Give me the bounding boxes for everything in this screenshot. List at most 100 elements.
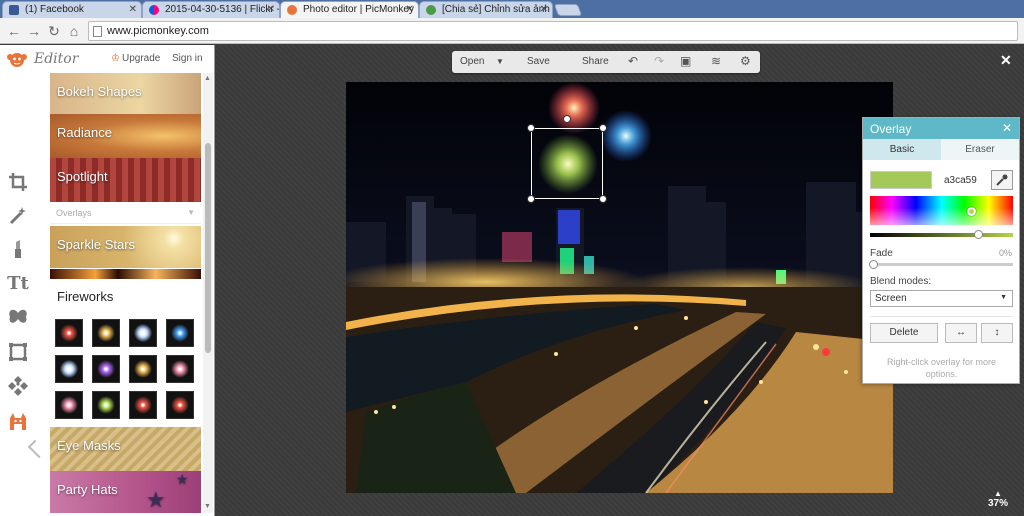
tab-facebook[interactable]: (1) Facebook ✕ bbox=[2, 1, 142, 18]
scroll-up-icon[interactable]: ▲ bbox=[204, 75, 211, 82]
close-icon[interactable]: ✕ bbox=[129, 2, 137, 18]
flip-horizontal-icon[interactable]: ↔ bbox=[945, 323, 977, 343]
overlay-panel-header[interactable]: Overlay ✕ bbox=[863, 118, 1019, 139]
text-icon[interactable]: Tt bbox=[7, 273, 29, 295]
gear-icon[interactable]: ⚙ bbox=[740, 54, 751, 68]
tab-eraser[interactable]: Eraser bbox=[941, 139, 1019, 160]
tab-flickr[interactable]: 2015-04-30-5136 | Flickr - ✕ bbox=[142, 1, 280, 18]
firework-thumbnail[interactable] bbox=[166, 355, 194, 383]
overlays-section-header[interactable]: Overlays ▼ bbox=[50, 203, 201, 224]
chevron-up-icon[interactable]: ▲ bbox=[988, 489, 1008, 498]
category-eye-masks[interactable]: Eye Masks bbox=[50, 427, 201, 471]
zoom-control[interactable]: ▲ 37% bbox=[988, 489, 1008, 509]
spectrum-picker-handle[interactable] bbox=[967, 207, 976, 216]
firework-thumbnail[interactable] bbox=[55, 391, 83, 419]
back-icon[interactable]: ← bbox=[6, 22, 22, 40]
open-dropdown-icon[interactable]: ▼ bbox=[496, 57, 504, 66]
tab-picmonkey[interactable]: Photo editor | PicMonkey ✕ bbox=[280, 1, 419, 18]
save-button[interactable]: Save bbox=[527, 56, 550, 67]
scrollbar-thumb[interactable] bbox=[205, 143, 211, 353]
resize-handle[interactable] bbox=[599, 195, 607, 203]
firework-thumbnail[interactable] bbox=[92, 319, 120, 347]
frame-icon[interactable] bbox=[7, 341, 29, 363]
photo-canvas[interactable] bbox=[346, 82, 893, 493]
forward-icon[interactable]: → bbox=[26, 22, 42, 40]
editor-side-panel: Editor ♔ Upgrade Sign in Tt Bokeh Shapes … bbox=[0, 45, 215, 516]
category-sparkle-stars[interactable]: Sparkle Stars bbox=[50, 226, 201, 268]
home-icon[interactable]: ⌂ bbox=[66, 22, 82, 40]
url-text: www.picmonkey.com bbox=[107, 25, 209, 37]
tab-basic[interactable]: Basic bbox=[863, 139, 941, 160]
close-icon[interactable]: ✕ bbox=[1002, 121, 1012, 135]
zoom-level: 37% bbox=[988, 498, 1009, 509]
category-bokeh-shapes[interactable]: Bokeh Shapes bbox=[50, 73, 201, 117]
layers-icon[interactable]: ≋ bbox=[711, 54, 721, 68]
share-button[interactable]: Share bbox=[582, 56, 609, 67]
crop-icon[interactable] bbox=[7, 171, 29, 193]
brightness-slider-handle[interactable] bbox=[974, 230, 983, 239]
reload-icon[interactable]: ↻ bbox=[46, 22, 62, 40]
magic-wand-icon[interactable] bbox=[7, 204, 29, 226]
texture-icon[interactable] bbox=[7, 375, 29, 397]
delete-button[interactable]: Delete bbox=[870, 323, 938, 343]
image-compare-icon[interactable]: ▣ bbox=[680, 54, 691, 68]
butterfly-icon[interactable] bbox=[7, 307, 29, 329]
color-swatch[interactable] bbox=[870, 171, 932, 189]
firework-thumbnail[interactable] bbox=[129, 355, 157, 383]
close-editor-icon[interactable]: ✕ bbox=[1000, 52, 1012, 69]
firework-thumbnail[interactable] bbox=[166, 391, 194, 419]
color-spectrum[interactable] bbox=[870, 196, 1013, 225]
star-decoration-icon: ★ bbox=[146, 487, 166, 512]
resize-handle[interactable] bbox=[599, 124, 607, 132]
resize-handle[interactable] bbox=[527, 124, 535, 132]
resize-handle[interactable] bbox=[527, 195, 535, 203]
blend-mode-select[interactable]: Screen ▼ bbox=[870, 290, 1013, 307]
new-tab-button[interactable] bbox=[553, 4, 583, 16]
upgrade-label: Upgrade bbox=[121, 53, 161, 64]
brightness-slider[interactable] bbox=[870, 230, 1013, 239]
url-field[interactable]: www.picmonkey.com bbox=[88, 21, 1018, 41]
blend-modes-label: Blend modes: bbox=[870, 276, 932, 287]
close-icon[interactable]: ✕ bbox=[540, 2, 548, 18]
overlay-category-list: Bokeh Shapes Radiance Spotlight Overlays… bbox=[50, 73, 201, 513]
tab-chia-se[interactable]: [Chia sẻ] Chỉnh sửa ảnh tr ✕ bbox=[419, 1, 553, 18]
category-scrollbar[interactable]: ▲ ▼ bbox=[203, 73, 213, 513]
chevron-down-icon: ▼ bbox=[1000, 294, 1007, 301]
fireworks-title[interactable]: Fireworks bbox=[57, 289, 113, 304]
redo-icon[interactable]: ↷ bbox=[654, 54, 664, 68]
lipstick-icon[interactable] bbox=[7, 238, 29, 260]
close-icon[interactable]: ✕ bbox=[406, 2, 414, 18]
tab-title: [Chia sẻ] Chỉnh sửa ảnh tr bbox=[442, 4, 553, 15]
themes-icon[interactable] bbox=[7, 410, 29, 432]
firework-thumbnail[interactable] bbox=[129, 319, 157, 347]
fade-slider-handle[interactable] bbox=[869, 260, 878, 269]
firework-thumbnail[interactable] bbox=[92, 355, 120, 383]
blend-mode-value: Screen bbox=[875, 293, 907, 304]
picmonkey-icon bbox=[287, 5, 297, 15]
overlay-selection-box[interactable] bbox=[527, 115, 607, 203]
color-hex-value[interactable]: a3ca59 bbox=[944, 175, 977, 186]
close-icon[interactable]: ✕ bbox=[267, 2, 275, 18]
fade-slider[interactable] bbox=[869, 260, 1013, 269]
sign-in-link[interactable]: Sign in bbox=[172, 53, 203, 64]
address-bar: ← → ↻ ⌂ www.picmonkey.com bbox=[0, 18, 1024, 44]
firework-thumbnail[interactable] bbox=[166, 319, 194, 347]
tab-title: Photo editor | PicMonkey bbox=[303, 4, 414, 15]
firework-thumbnail[interactable] bbox=[55, 319, 83, 347]
rotate-handle[interactable] bbox=[563, 115, 571, 123]
undo-icon[interactable]: ↶ bbox=[628, 54, 638, 68]
category-spotlight[interactable]: Spotlight bbox=[50, 158, 201, 202]
party-hats-label: Party Hats bbox=[57, 482, 118, 497]
scroll-down-icon[interactable]: ▼ bbox=[204, 503, 211, 510]
firework-thumbnail[interactable] bbox=[55, 355, 83, 383]
firework-thumbnail[interactable] bbox=[129, 391, 157, 419]
eyedropper-icon[interactable] bbox=[991, 170, 1013, 190]
browser-tab-bar: (1) Facebook ✕ 2015-04-30-5136 | Flickr … bbox=[0, 0, 1024, 18]
category-party-hats[interactable]: Party Hats ★ ★ bbox=[50, 471, 201, 513]
open-button[interactable]: Open bbox=[460, 56, 484, 67]
firework-thumbnail[interactable] bbox=[92, 391, 120, 419]
flip-vertical-icon[interactable]: ↕ bbox=[981, 323, 1013, 343]
category-radiance[interactable]: Radiance bbox=[50, 114, 201, 158]
fade-label: Fade bbox=[870, 248, 893, 259]
upgrade-link[interactable]: ♔ Upgrade bbox=[111, 53, 160, 64]
